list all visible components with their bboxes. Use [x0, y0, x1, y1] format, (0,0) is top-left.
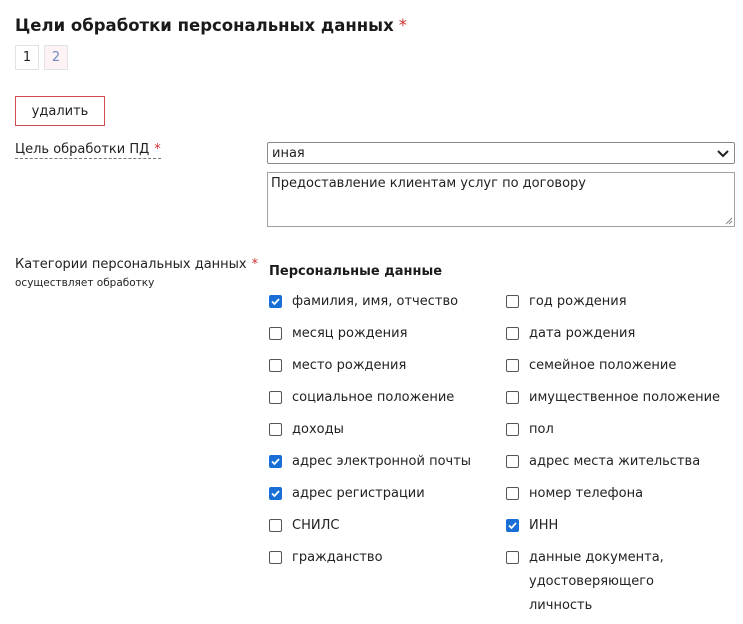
option-checkbox[interactable]	[269, 359, 282, 372]
purpose-label-text: Цель обработки ПД	[15, 142, 150, 157]
chevron-down-icon	[717, 150, 729, 158]
section-title: Персональные данные	[269, 264, 443, 279]
page-button-2[interactable]: 2	[44, 45, 68, 70]
option-item[interactable]: ИНН	[506, 518, 721, 544]
option-label: адрес места жительства	[529, 454, 701, 469]
option-label: СНИЛС	[292, 518, 340, 533]
option-label: доходы	[292, 422, 344, 437]
categories-label-text: Категории персональных данных	[15, 257, 247, 272]
option-item[interactable]: адрес места жительства	[506, 454, 721, 480]
option-checkbox[interactable]	[506, 295, 519, 308]
option-label: место рождения	[292, 358, 407, 373]
option-item[interactable]: социальное положение	[269, 390, 454, 416]
option-label: социальное положение	[292, 390, 455, 405]
option-item[interactable]: гражданство	[269, 550, 383, 576]
option-checkbox[interactable]	[506, 455, 519, 468]
option-checkbox[interactable]	[269, 519, 282, 532]
option-item[interactable]: СНИЛС	[269, 518, 339, 544]
option-label: дата рождения	[529, 326, 636, 341]
option-item[interactable]: доходы	[269, 422, 344, 448]
option-item[interactable]: семейное положение	[506, 358, 721, 384]
option-checkbox[interactable]	[269, 487, 282, 500]
purpose-select[interactable]: иная	[267, 142, 735, 164]
option-item[interactable]: имущественное положение	[506, 390, 721, 416]
option-checkbox[interactable]	[506, 551, 519, 564]
option-item[interactable]: номер телефона	[506, 486, 721, 512]
option-label: месяц рождения	[292, 326, 408, 341]
option-checkbox[interactable]	[506, 487, 519, 500]
option-item[interactable]: фамилия, имя, отчество	[269, 294, 458, 320]
categories-sublabel: осуществляет обработку	[15, 277, 155, 289]
option-label: адрес электронной почты	[292, 454, 472, 469]
required-mark: *	[398, 16, 407, 35]
option-item[interactable]: месяц рождения	[269, 326, 407, 352]
option-label: данные документа, удостоверяющего личнос…	[529, 550, 664, 613]
check-icon	[271, 298, 280, 306]
check-icon	[271, 458, 280, 466]
option-checkbox[interactable]	[269, 327, 282, 340]
option-item[interactable]: адрес регистрации	[269, 486, 425, 512]
option-item[interactable]: адрес электронной почты	[269, 454, 471, 480]
option-item[interactable]: данные документа, удостоверяющего личнос…	[506, 550, 721, 624]
option-checkbox[interactable]	[269, 551, 282, 564]
check-icon	[508, 522, 517, 530]
page-title-text: Цели обработки персональных данных	[15, 16, 394, 35]
option-checkbox[interactable]	[269, 455, 282, 468]
purpose-textarea[interactable]: Предоставление клиентам услуг по договор…	[267, 172, 735, 227]
option-label: пол	[529, 422, 554, 437]
purpose-text-wrapper: Предоставление клиентам услуг по договор…	[267, 172, 735, 227]
purpose-label: Цель обработки ПД *	[15, 142, 161, 159]
option-item[interactable]: дата рождения	[506, 326, 721, 352]
option-checkbox[interactable]	[506, 359, 519, 372]
option-checkbox[interactable]	[506, 391, 519, 404]
option-checkbox[interactable]	[506, 423, 519, 436]
option-item[interactable]: пол	[506, 422, 721, 448]
option-label: номер телефона	[529, 486, 644, 501]
page-button-1[interactable]: 1	[15, 45, 39, 70]
option-checkbox[interactable]	[269, 391, 282, 404]
option-label: год рождения	[529, 294, 627, 309]
purpose-required-mark: *	[154, 142, 161, 157]
delete-button[interactable]: удалить	[15, 96, 105, 126]
purpose-select-value: иная	[272, 145, 305, 161]
check-icon	[271, 490, 280, 498]
option-checkbox[interactable]	[506, 327, 519, 340]
option-label: имущественное положение	[529, 390, 721, 405]
resize-grip-icon[interactable]	[725, 217, 733, 225]
option-checkbox[interactable]	[269, 295, 282, 308]
pagination: 1 2	[15, 45, 68, 70]
categories-label: Категории персональных данных *	[15, 257, 258, 272]
option-checkbox[interactable]	[269, 423, 282, 436]
page-title: Цели обработки персональных данных *	[15, 16, 407, 35]
option-label: ИНН	[529, 518, 559, 533]
option-checkbox[interactable]	[506, 519, 519, 532]
option-label: фамилия, имя, отчество	[292, 294, 459, 309]
option-item[interactable]: место рождения	[269, 358, 406, 384]
option-label: семейное положение	[529, 358, 677, 373]
option-label: адрес регистрации	[292, 486, 425, 501]
categories-required-mark: *	[251, 257, 259, 272]
option-label: гражданство	[292, 550, 383, 565]
option-item[interactable]: год рождения	[506, 294, 721, 320]
